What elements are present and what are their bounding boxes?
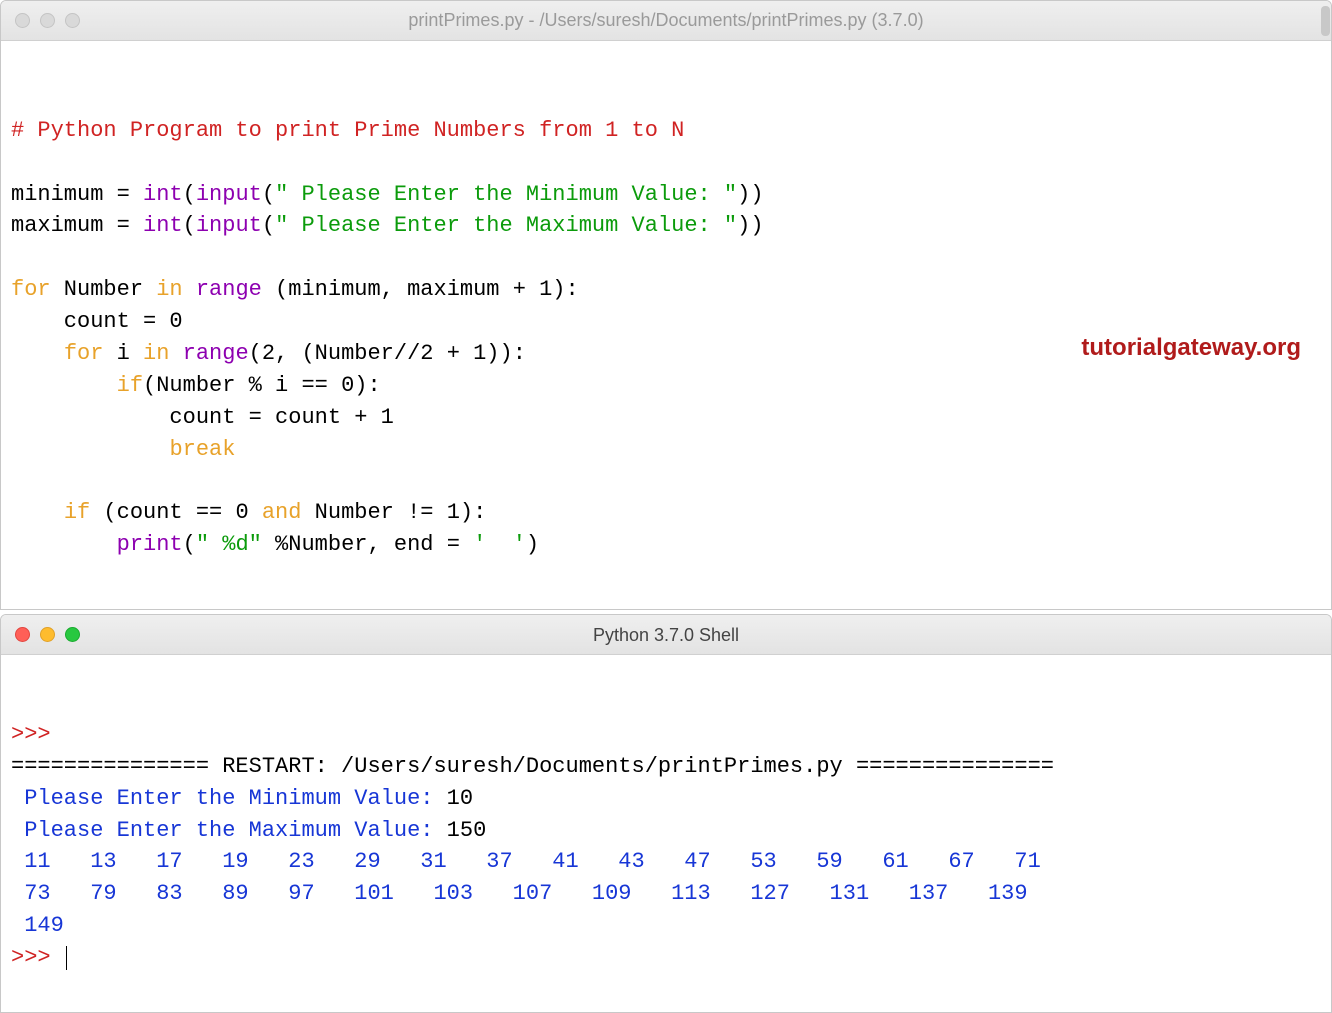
shell-output: 11 13 17 19 23 29 31 37 41 43 47 53 59 6…	[11, 849, 1041, 874]
code-keyword: if	[117, 373, 143, 398]
code-keyword: if	[64, 500, 90, 525]
code-string: " Please Enter the Minimum Value: "	[275, 182, 737, 207]
code-builtin: print	[117, 532, 183, 557]
zoom-icon[interactable]	[65, 13, 80, 28]
shell-area[interactable]: >>> =============== RESTART: /Users/sure…	[1, 655, 1331, 1012]
code-builtin: int	[143, 213, 183, 238]
code-text: %Number, end =	[262, 532, 473, 557]
shell-output: Please Enter the Maximum Value:	[11, 818, 447, 843]
code-keyword: for	[64, 341, 104, 366]
code-keyword: in	[156, 277, 182, 302]
code-builtin: input	[196, 213, 262, 238]
code-text: i	[103, 341, 143, 366]
code-keyword: and	[262, 500, 302, 525]
shell-output: Please Enter the Minimum Value:	[11, 786, 447, 811]
code-string: " Please Enter the Maximum Value: "	[275, 213, 737, 238]
code-builtin: range	[196, 277, 262, 302]
code-text: (minimum, maximum + 1):	[262, 277, 579, 302]
code-keyword: in	[143, 341, 169, 366]
editor-window: printPrimes.py - /Users/suresh/Documents…	[0, 0, 1332, 610]
code-builtin: int	[143, 182, 183, 207]
code-text: Number != 1):	[301, 500, 486, 525]
code-area[interactable]: tutorialgateway.org # Python Program to …	[1, 41, 1331, 609]
shell-prompt: >>>	[11, 945, 64, 970]
minimize-icon[interactable]	[40, 627, 55, 642]
code-text: count = 0	[11, 309, 183, 334]
shell-output: 73 79 83 89 97 101 103 107 109 113 127 1…	[11, 881, 1028, 906]
shell-prompt: >>>	[11, 722, 51, 747]
code-comment: # Python Program to print Prime Numbers …	[11, 118, 684, 143]
code-string: " %d"	[196, 532, 262, 557]
editor-title: printPrimes.py - /Users/suresh/Documents…	[1, 7, 1331, 33]
code-text: (count == 0	[90, 500, 262, 525]
zoom-icon[interactable]	[65, 627, 80, 642]
code-text: maximum =	[11, 213, 143, 238]
shell-window: Python 3.7.0 Shell >>> =============== R…	[0, 614, 1332, 1013]
close-icon[interactable]	[15, 627, 30, 642]
code-builtin: range	[183, 341, 249, 366]
code-text: )	[526, 532, 539, 557]
cursor-icon	[66, 946, 67, 970]
code-keyword: for	[11, 277, 51, 302]
code-text: count = count + 1	[11, 405, 394, 430]
code-text: minimum =	[11, 182, 143, 207]
close-icon[interactable]	[15, 13, 30, 28]
code-text: Number	[51, 277, 157, 302]
code-string: ' '	[473, 532, 526, 557]
restart-banner: =============== RESTART: /Users/suresh/D…	[11, 754, 1054, 779]
traffic-lights	[15, 13, 80, 28]
minimize-icon[interactable]	[40, 13, 55, 28]
shell-title: Python 3.7.0 Shell	[1, 622, 1331, 648]
user-input: 150	[447, 818, 487, 843]
traffic-lights	[15, 627, 80, 642]
code-text: (2, (Number//2 + 1)):	[249, 341, 526, 366]
code-text: (Number % i == 0):	[143, 373, 381, 398]
watermark: tutorialgateway.org	[1081, 331, 1301, 366]
shell-output: 149	[11, 913, 64, 938]
code-builtin: input	[196, 182, 262, 207]
code-keyword: break	[169, 437, 235, 462]
editor-titlebar[interactable]: printPrimes.py - /Users/suresh/Documents…	[1, 1, 1331, 41]
shell-titlebar[interactable]: Python 3.7.0 Shell	[1, 615, 1331, 655]
code-text: (	[183, 532, 196, 557]
user-input: 10	[447, 786, 473, 811]
